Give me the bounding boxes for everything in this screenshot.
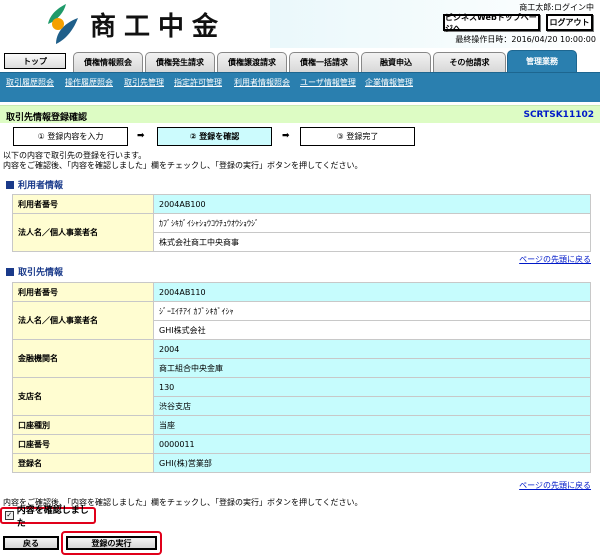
- tab-top[interactable]: トップ: [4, 53, 66, 69]
- main-tabs: トップ 債権情報照会 債権発生請求 債権譲渡請求 債権一括請求 融資申込 その他…: [0, 50, 600, 72]
- subnav-user-info-inquiry[interactable]: 利用者情報照会: [234, 77, 290, 88]
- back-button[interactable]: 戻る: [3, 536, 59, 550]
- sub-navigation: 取引履歴照会 操作履歴照会 取引先管理 指定許可管理 利用者情報照会 ユーザ情報…: [0, 72, 600, 102]
- branch-label: 支店名: [12, 377, 154, 416]
- bank-name-value: 商工組合中央金庫: [153, 358, 591, 378]
- subnav-user-management[interactable]: ユーザ情報管理: [300, 77, 356, 88]
- subnav-transaction-history[interactable]: 取引履歴照会: [6, 77, 54, 88]
- user-info-heading-text: 利用者情報: [18, 181, 64, 191]
- partner-name-value: GHI株式会社: [153, 320, 591, 340]
- bank-code-value: 2004: [153, 339, 591, 359]
- name-label: 法人名／個人事業者名: [12, 213, 154, 252]
- page-title: 取引先情報登録確認: [6, 113, 88, 123]
- account-no-label: 口座番号: [12, 434, 154, 454]
- table-row: 金融機関名 2004: [12, 339, 591, 378]
- tab-loan-application[interactable]: 融資申込: [361, 52, 431, 72]
- name-value: 株式会社商工中央商事: [153, 232, 591, 252]
- execute-registration-button[interactable]: 登録の実行: [66, 536, 157, 550]
- subnav-partner-management[interactable]: 取引先管理: [124, 77, 164, 88]
- table-row: 支店名 130: [12, 377, 591, 416]
- tab-claim-bulk[interactable]: 債権一括請求: [289, 52, 359, 72]
- table-row: 口座番号 0000011: [12, 434, 591, 454]
- title-bar: 取引先情報登録確認 SCRTSK11102: [0, 105, 600, 123]
- tab-claim-issue[interactable]: 債権発生請求: [145, 52, 215, 72]
- logo-text: 商工中金: [90, 12, 227, 42]
- tab-claim-transfer[interactable]: 債権譲渡請求: [217, 52, 287, 72]
- subnav-permission-management[interactable]: 指定許可管理: [174, 77, 222, 88]
- partner-info-heading-text: 取引先情報: [18, 268, 64, 278]
- account-no-value: 0000011: [153, 434, 591, 454]
- account-type-value: 当座: [153, 415, 591, 435]
- tab-other-requests[interactable]: その他請求: [433, 52, 506, 72]
- screen-id: SCRTSK11102: [523, 110, 594, 120]
- square-bullet-icon: [6, 180, 14, 189]
- table-row: 利用者番号 2004AB110: [12, 282, 591, 302]
- step-complete: ③ 登録完了: [300, 127, 415, 146]
- partner-info-table: 利用者番号 2004AB110 法人名／個人事業者名 ｼﾞｰｴｲﾁｱｲ ｶﾌﾞｼ…: [12, 282, 591, 473]
- step-arrow-icon: ➡: [137, 131, 145, 141]
- account-type-label: 口座種別: [12, 415, 154, 435]
- table-row: 登録名 GHI(株)営業部: [12, 453, 591, 473]
- tab-claim-inquiry[interactable]: 債権情報照会: [73, 52, 143, 72]
- user-info-heading: 利用者情報: [6, 178, 63, 191]
- confirm-checkbox[interactable]: ✓: [5, 511, 14, 520]
- header: 商工中金 商工太郎:ログイン中 ビジネスWebトップページへ ログアウト 最終操…: [0, 0, 600, 50]
- bank-label: 金融機関名: [12, 339, 154, 378]
- table-row: 法人名／個人事業者名 ｶﾌﾞｼｷｶﾞｲｼｬｼｮｳｺｳﾁｭｳｵｳｼｮｳｼﾞ: [12, 213, 591, 252]
- subnav-operation-history[interactable]: 操作履歴照会: [65, 77, 113, 88]
- user-info-table: 利用者番号 2004AB100 法人名／個人事業者名 ｶﾌﾞｼｷｶﾞｲｼｬｼｮｳ…: [12, 194, 591, 252]
- partner-user-no-label: 利用者番号: [12, 282, 154, 302]
- branch-name-value: 渋谷支店: [153, 396, 591, 416]
- back-to-top-link[interactable]: ページの先頭に戻る: [519, 480, 591, 491]
- table-row: 法人名／個人事業者名 ｼﾞｰｴｲﾁｱｲ ｶﾌﾞｼｷｶﾞｲｼｬ: [12, 301, 591, 340]
- user-no-value: 2004AB100: [153, 194, 591, 214]
- partner-info-heading: 取引先情報: [6, 265, 63, 278]
- back-to-top-link[interactable]: ページの先頭に戻る: [519, 254, 591, 265]
- confirm-label[interactable]: 内容を確認しました: [17, 503, 94, 529]
- intro-line-2: 内容をご確認後、「内容を確認しました」欄をチェックし、「登録の実行」ボタンを押し…: [3, 161, 363, 170]
- square-bullet-icon: [6, 267, 14, 276]
- last-operation-time: 最終操作日時：2016/04/20 10:00:00: [455, 35, 596, 44]
- confirm-checkbox-row[interactable]: ✓ 内容を確認しました: [0, 506, 96, 529]
- step-input: ① 登録内容を入力: [13, 127, 128, 146]
- registered-name-label: 登録名: [12, 453, 154, 473]
- tab-management[interactable]: 管理業務: [507, 50, 577, 72]
- step-arrow-icon: ➡: [282, 131, 290, 141]
- logo: 商工中金: [0, 0, 270, 48]
- partner-name-kana-value: ｼﾞｰｴｲﾁｱｲ ｶﾌﾞｼｷｶﾞｲｼｬ: [153, 301, 591, 321]
- intro-line-1: 以下の内容で取引先の登録を行います。: [3, 151, 147, 160]
- registered-name-value: GHI(株)営業部: [153, 453, 591, 473]
- partner-user-no-value: 2004AB110: [153, 282, 591, 302]
- logout-button[interactable]: ログアウト: [546, 14, 593, 31]
- partner-name-label: 法人名／個人事業者名: [12, 301, 154, 340]
- step-confirm: ② 登録を確認: [157, 127, 272, 146]
- bizweb-top-button[interactable]: ビジネスWebトップページへ: [443, 13, 540, 33]
- table-row: 口座種別 当座: [12, 415, 591, 435]
- branch-code-value: 130: [153, 377, 591, 397]
- user-no-label: 利用者番号: [12, 194, 154, 214]
- table-row: 利用者番号 2004AB100: [12, 194, 591, 214]
- subnav-company-management[interactable]: 企業情報管理: [365, 77, 413, 88]
- logo-mark-icon: [48, 4, 78, 44]
- name-kana-value: ｶﾌﾞｼｷｶﾞｲｼｬｼｮｳｺｳﾁｭｳｵｳｼｮｳｼﾞ: [153, 213, 591, 233]
- intro-text: 以下の内容で取引先の登録を行います。 内容をご確認後、「内容を確認しました」欄を…: [3, 151, 363, 171]
